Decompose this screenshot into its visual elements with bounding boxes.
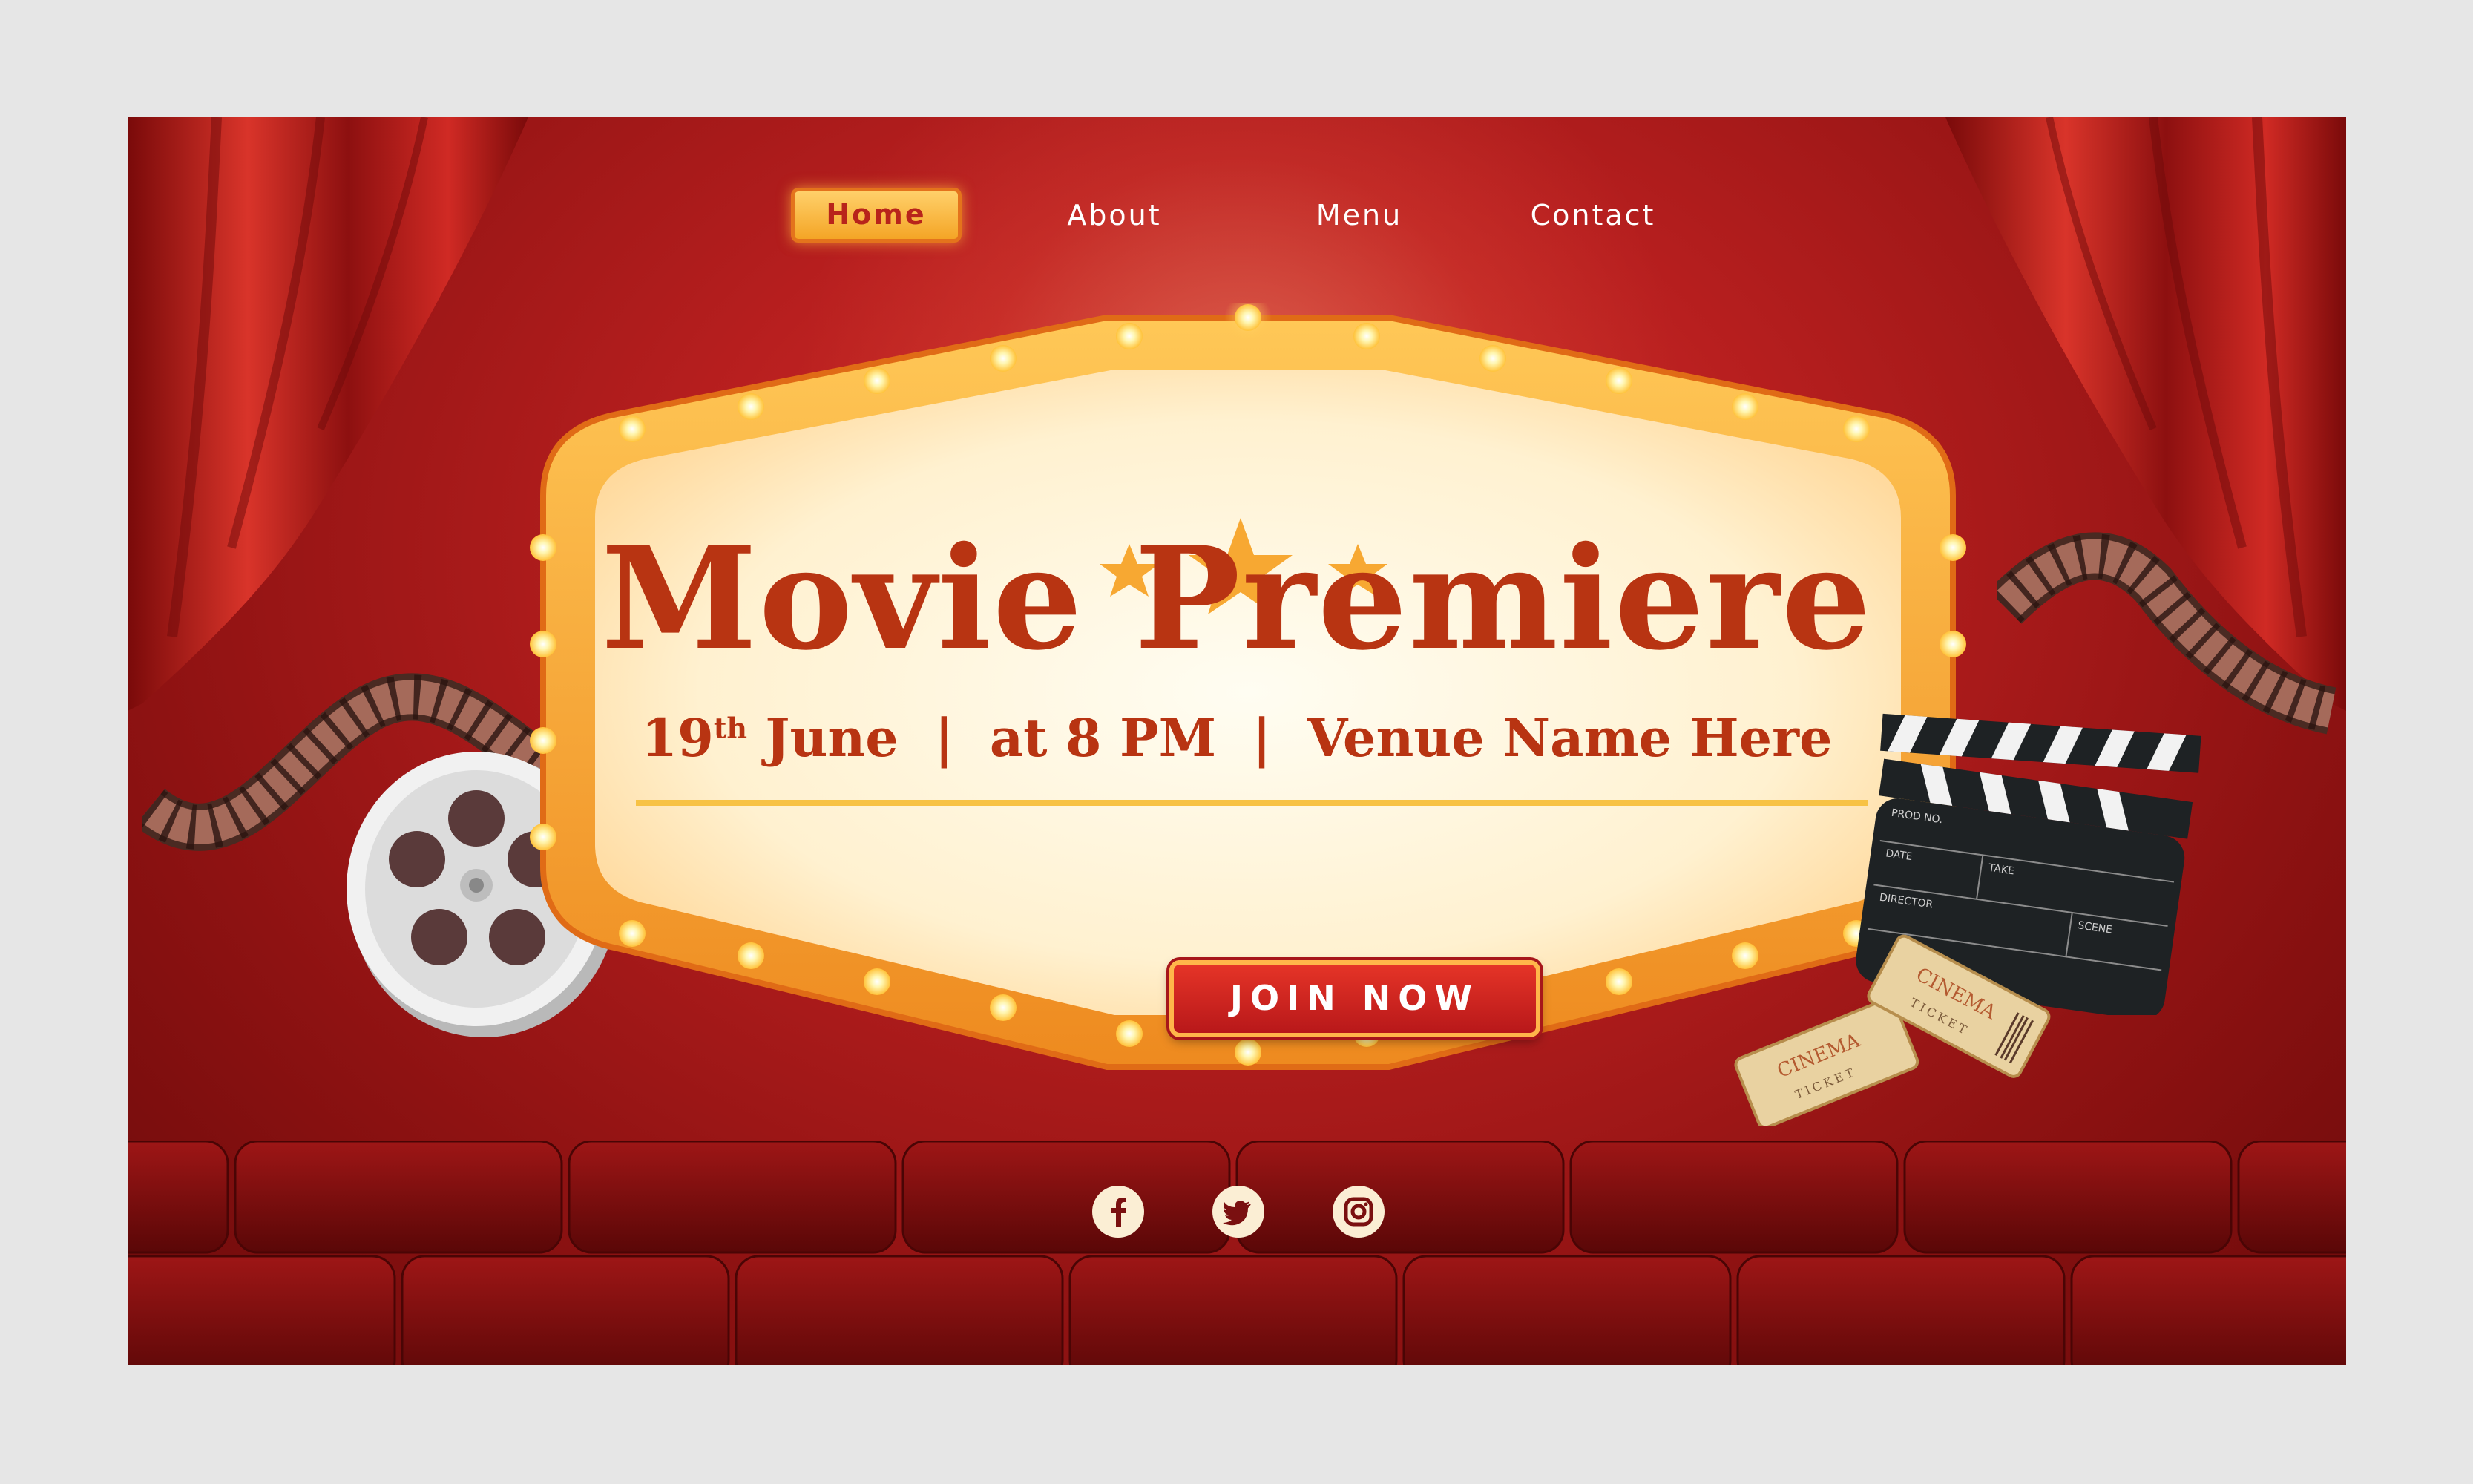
event-date-month: June (765, 707, 899, 769)
nav-contact[interactable]: Contact (1500, 188, 1686, 243)
event-time: at 8 PM (989, 707, 1217, 769)
cinema-tickets-icon: CINEMA TICKET CINEMA TICKET (1734, 934, 2051, 1126)
event-venue: Venue Name Here (1307, 707, 1833, 769)
nav-about[interactable]: About (1040, 188, 1189, 243)
nav-home[interactable]: Home (791, 188, 962, 243)
event-date-day: 19 (641, 707, 714, 769)
page-title: Movie Premiere (601, 516, 1873, 681)
nav-menu[interactable]: Menu (1293, 188, 1426, 243)
facebook-icon[interactable] (1092, 1186, 1144, 1238)
join-now-button[interactable]: JOIN NOW (1169, 960, 1540, 1037)
landing-page: Home About Menu Contact Movie Premiere 1… (128, 117, 2346, 1365)
event-date-suffix: th (713, 711, 748, 745)
top-nav: Home About Menu Contact (128, 188, 2346, 247)
instagram-icon[interactable] (1333, 1186, 1385, 1238)
details-separator: | (1252, 707, 1272, 769)
theater-seats (128, 1141, 2346, 1365)
details-separator: | (934, 707, 954, 769)
twitter-icon[interactable] (1212, 1186, 1264, 1238)
